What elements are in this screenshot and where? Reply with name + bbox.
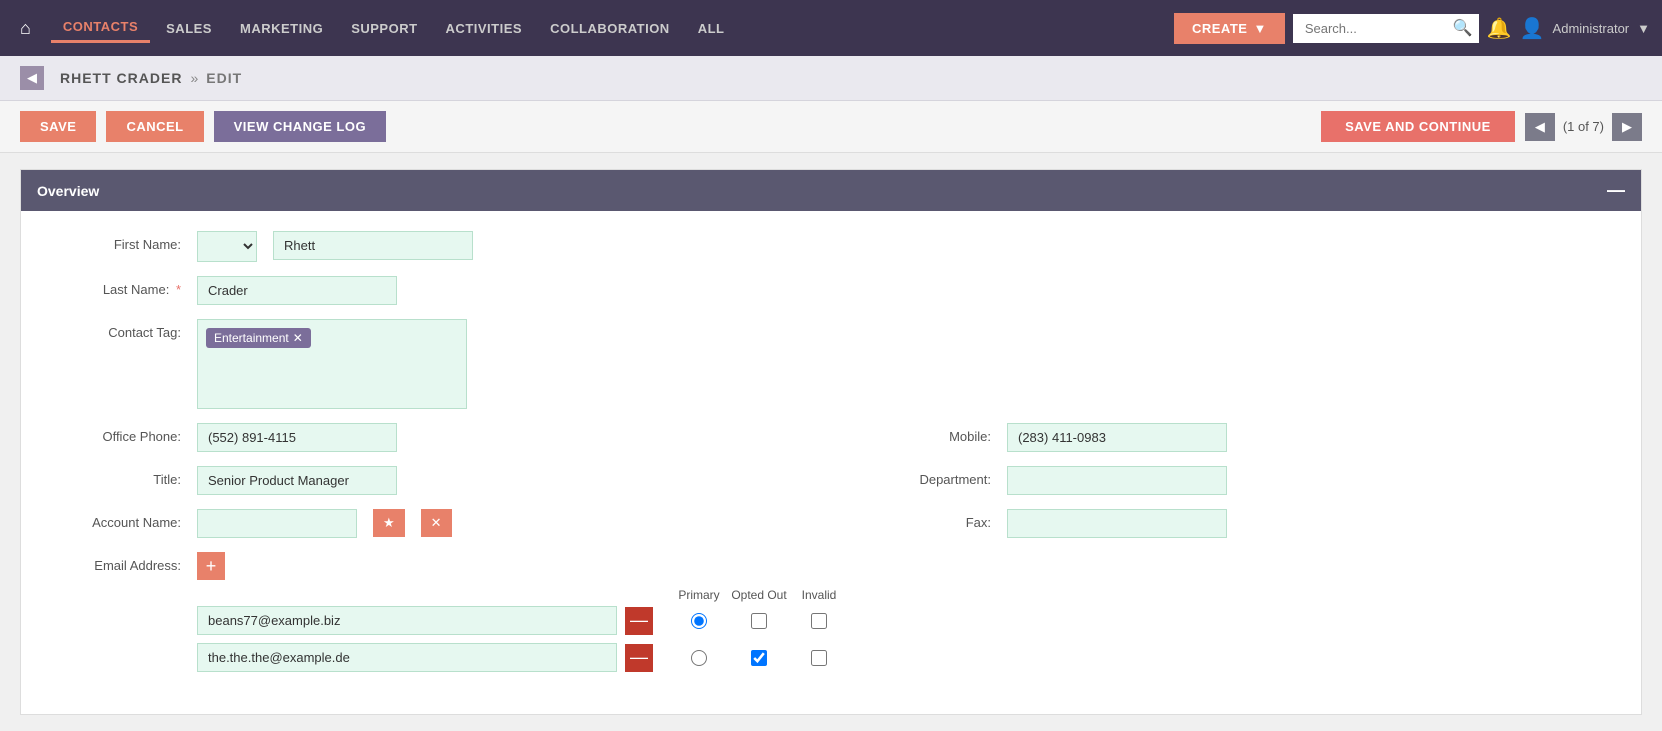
tag-remove-icon[interactable]: ✕ [293,331,303,345]
pagination-controls: ◀ (1 of 7) ▶ [1525,113,1642,141]
overview-title: Overview [37,183,99,199]
nav-all[interactable]: ALL [686,15,737,42]
last-name-label: Last Name: * [51,276,181,297]
user-icon[interactable]: 👤 [1520,16,1545,41]
email-input-1[interactable] [197,606,617,635]
mobile-col: Mobile: [861,423,1611,466]
email-invalid-check-2[interactable] [811,650,827,666]
email-input-2[interactable] [197,643,617,672]
admin-label[interactable]: Administrator [1553,21,1630,36]
overview-header: Overview — [21,170,1641,211]
overview-body: First Name: Mr. Ms. Dr. Last Name: * [21,211,1641,714]
email-label: Email Address: [51,552,181,573]
first-name-input[interactable] [273,231,473,260]
title-dept-row: Title: Department: [51,466,1611,509]
remove-email-1-button[interactable]: — [625,607,653,635]
remove-email-2-button[interactable]: — [625,644,653,672]
breadcrumb-back-arrow[interactable]: ◀ [20,66,44,90]
pagination-prev-button[interactable]: ◀ [1525,113,1555,141]
tag-label: Entertainment [214,331,289,345]
search-icon[interactable]: 🔍 [1453,18,1473,38]
email-opted-out-check-1[interactable] [751,613,767,629]
phone-row: Office Phone: Mobile: [51,423,1611,466]
tag-entertainment: Entertainment ✕ [206,328,311,348]
title-input[interactable] [197,466,397,495]
mobile-label: Mobile: [861,423,991,444]
email-primary-radio-2[interactable] [691,650,707,666]
email-content: + Primary Opted Out [197,552,849,680]
office-phone-col: Office Phone: [51,423,801,466]
department-input[interactable] [1007,466,1227,495]
add-email-button[interactable]: + [197,552,225,580]
admin-arrow[interactable]: ▼ [1637,21,1650,36]
account-clear-button[interactable]: ✕ [421,509,452,537]
nav-sales[interactable]: SALES [154,15,224,42]
home-icon[interactable]: ⌂ [12,12,39,45]
create-button[interactable]: CREATE ▼ [1174,13,1285,44]
nav-activities[interactable]: ACTIVITIES [434,15,535,42]
contact-tag-label: Contact Tag: [51,319,181,340]
last-name-row: Last Name: * [51,276,1611,305]
fax-input[interactable] [1007,509,1227,538]
nav-collaboration[interactable]: COLLABORATION [538,15,682,42]
first-name-label: First Name: [51,231,181,252]
primary-header: Primary [669,588,729,602]
save-and-continue-button[interactable]: SAVE AND CONTINUE [1321,111,1515,142]
department-label: Department: [861,466,991,487]
nav-support[interactable]: SUPPORT [339,15,429,42]
search-input[interactable] [1293,14,1453,43]
email-primary-radio-1[interactable] [691,613,707,629]
top-nav: ⌂ CONTACTS SALES MARKETING SUPPORT ACTIV… [0,0,1662,56]
action-bar: SAVE CANCEL VIEW CHANGE LOG SAVE AND CON… [0,101,1662,153]
cancel-button[interactable]: CANCEL [106,111,203,142]
first-name-row: First Name: Mr. Ms. Dr. [51,231,1611,262]
office-phone-label: Office Phone: [51,423,181,444]
email-section: Email Address: + Primary Opted Out [51,552,1611,680]
search-wrapper: 🔍 [1293,14,1479,43]
mobile-input[interactable] [1007,423,1227,452]
email-opted-out-check-2[interactable] [751,650,767,666]
contact-tag-row: Contact Tag: Entertainment ✕ [51,319,1611,409]
tag-container[interactable]: Entertainment ✕ [197,319,467,409]
account-name-label: Account Name: [51,509,181,530]
office-phone-input[interactable] [197,423,397,452]
overview-section: Overview — First Name: Mr. Ms. Dr. Last … [20,169,1642,715]
bell-icon[interactable]: 🔔 [1487,16,1512,41]
pagination-next-button[interactable]: ▶ [1612,113,1642,141]
breadcrumb-edit-label: EDIT [206,70,242,86]
save-button[interactable]: SAVE [20,111,96,142]
account-select-button[interactable]: ★ [373,509,405,537]
account-fax-row: Account Name: ★ ✕ Fax: [51,509,1611,552]
email-row-1: — [197,606,849,635]
name-prefix-select[interactable]: Mr. Ms. Dr. [197,231,257,262]
invalid-header: Invalid [789,588,849,602]
view-changelog-button[interactable]: VIEW CHANGE LOG [214,111,386,142]
main-content: Overview — First Name: Mr. Ms. Dr. Last … [0,153,1662,731]
account-name-input[interactable] [197,509,357,538]
last-name-input[interactable] [197,276,397,305]
nav-right: CREATE ▼ 🔍 🔔 👤 Administrator ▼ [1174,13,1650,44]
nav-marketing[interactable]: MARKETING [228,15,335,42]
breadcrumb-bar: ◀ RHETT CRADER » EDIT [0,56,1662,101]
title-label: Title: [51,466,181,487]
nav-contacts[interactable]: CONTACTS [51,13,150,43]
collapse-icon[interactable]: — [1607,180,1625,201]
action-right: SAVE AND CONTINUE ◀ (1 of 7) ▶ [1321,111,1642,142]
opted-out-header: Opted Out [729,588,789,602]
pagination-label: (1 of 7) [1559,119,1608,134]
fax-label: Fax: [861,509,991,530]
email-row-2: — [197,643,849,672]
breadcrumb-separator: » [190,70,198,86]
email-invalid-check-1[interactable] [811,613,827,629]
breadcrumb-contact-name: RHETT CRADER [60,70,182,86]
